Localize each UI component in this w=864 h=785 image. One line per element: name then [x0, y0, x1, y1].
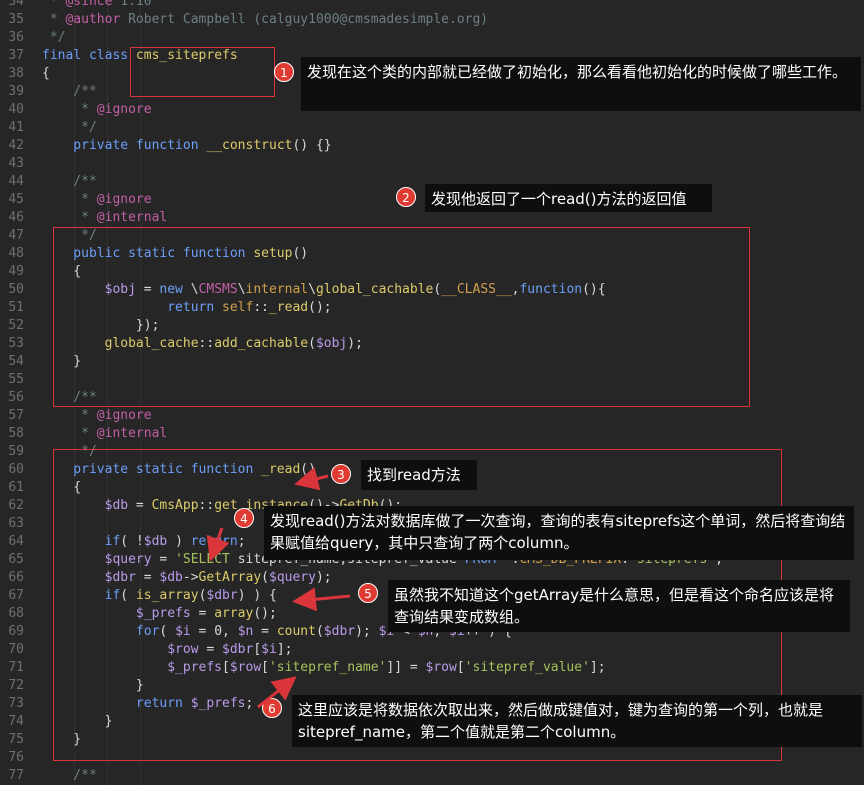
line-number: 47: [8, 228, 24, 243]
line-number: 70: [8, 642, 24, 657]
line-number: 74: [8, 714, 24, 729]
line-number: 77: [8, 768, 24, 783]
code-line: 35 * @author Robert Campbell (calguy1000…: [0, 11, 864, 29]
line-number: 43: [8, 156, 24, 171]
code-text: * @ignore: [42, 192, 152, 207]
annotation-1-callout: 发现在这个类的内部就已经做了初始化，那么看看他初始化的时候做了哪些工作。: [301, 57, 861, 111]
code-text: * @ignore: [42, 408, 152, 423]
line-number: 51: [8, 300, 24, 315]
line-number: 36: [8, 30, 24, 45]
line-number: 59: [8, 444, 24, 459]
line-number: 39: [8, 84, 24, 99]
line-number: 53: [8, 336, 24, 351]
code-text: * @author Robert Campbell (calguy1000@cm…: [42, 12, 489, 27]
line-number: 60: [8, 462, 24, 477]
annotation-5-callout: 虽然我不知道这个getArray是什么意思，但是看这个命名应该是将查询结果变成数…: [388, 580, 850, 632]
code-text: * @internal: [42, 210, 168, 225]
setup-method-highlight-box: [53, 227, 750, 407]
annotation-3-callout: 找到read方法: [361, 460, 477, 490]
line-number: 73: [8, 696, 24, 711]
code-line: 77 /**: [0, 767, 864, 785]
line-number: 48: [8, 246, 24, 261]
line-number: 72: [8, 678, 24, 693]
line-number: 46: [8, 210, 24, 225]
annotation-4-callout: 发现read()方法对数据库做了一次查询，查询的表有siteprefs这个单词，…: [264, 506, 854, 560]
code-line: 42 private function __construct() {}: [0, 137, 864, 155]
annotation-2-badge: 2: [396, 187, 416, 207]
line-number: 68: [8, 606, 24, 621]
line-number: 58: [8, 426, 24, 441]
line-number: 71: [8, 660, 24, 675]
line-number: 52: [8, 318, 24, 333]
line-number: 65: [8, 552, 24, 567]
line-number: 37: [8, 48, 24, 63]
code-text: */: [42, 120, 97, 135]
line-number: 42: [8, 138, 24, 153]
code-line: 43: [0, 155, 864, 173]
code-line: 36 */: [0, 29, 864, 47]
annotation-6-badge: 6: [262, 698, 282, 718]
code-line: 34 * @since 1.10: [0, 0, 864, 11]
code-line: 41 */: [0, 119, 864, 137]
annotation-4-badge: 4: [234, 508, 254, 528]
line-number: 76: [8, 750, 24, 765]
line-number: 50: [8, 282, 24, 297]
line-number: 57: [8, 408, 24, 423]
code-text: * @since 1.10: [42, 0, 152, 9]
line-number: 75: [8, 732, 24, 747]
code-text: {: [42, 66, 50, 81]
line-number: 64: [8, 534, 24, 549]
code-text: /**: [42, 768, 97, 783]
line-number: 66: [8, 570, 24, 585]
code-text: /**: [42, 174, 97, 189]
annotation-2-callout: 发现他返回了一个read()方法的返回值: [425, 184, 712, 212]
annotation-5-badge: 5: [358, 583, 378, 603]
line-number: 40: [8, 102, 24, 117]
code-text: private function __construct() {}: [42, 138, 332, 153]
line-number: 44: [8, 174, 24, 189]
code-text: * @ignore: [42, 102, 152, 117]
line-number: 45: [8, 192, 24, 207]
line-number: 54: [8, 354, 24, 369]
line-number: 67: [8, 588, 24, 603]
code-text: /**: [42, 84, 97, 99]
code-text: */: [42, 30, 66, 45]
code-text: * @internal: [42, 426, 168, 441]
line-number: 56: [8, 390, 24, 405]
line-number: 34: [8, 0, 24, 9]
line-number: 61: [8, 480, 24, 495]
line-number: 55: [8, 372, 24, 387]
code-line: 58 * @internal: [0, 425, 864, 443]
line-number: 41: [8, 120, 24, 135]
line-number: 35: [8, 12, 24, 27]
annotation-3-badge: 3: [331, 464, 351, 484]
annotation-1-badge: 1: [274, 62, 294, 82]
line-number: 38: [8, 66, 24, 81]
line-number: 63: [8, 516, 24, 531]
line-number: 49: [8, 264, 24, 279]
class-name-highlight-box: [130, 47, 275, 97]
line-number: 62: [8, 498, 24, 513]
code-line: 57 * @ignore: [0, 407, 864, 425]
annotation-6-callout: 这里应该是将数据依次取出来，然后做成键值对，键为查询的第一个列，也就是sitep…: [292, 695, 862, 747]
line-number: 69: [8, 624, 24, 639]
